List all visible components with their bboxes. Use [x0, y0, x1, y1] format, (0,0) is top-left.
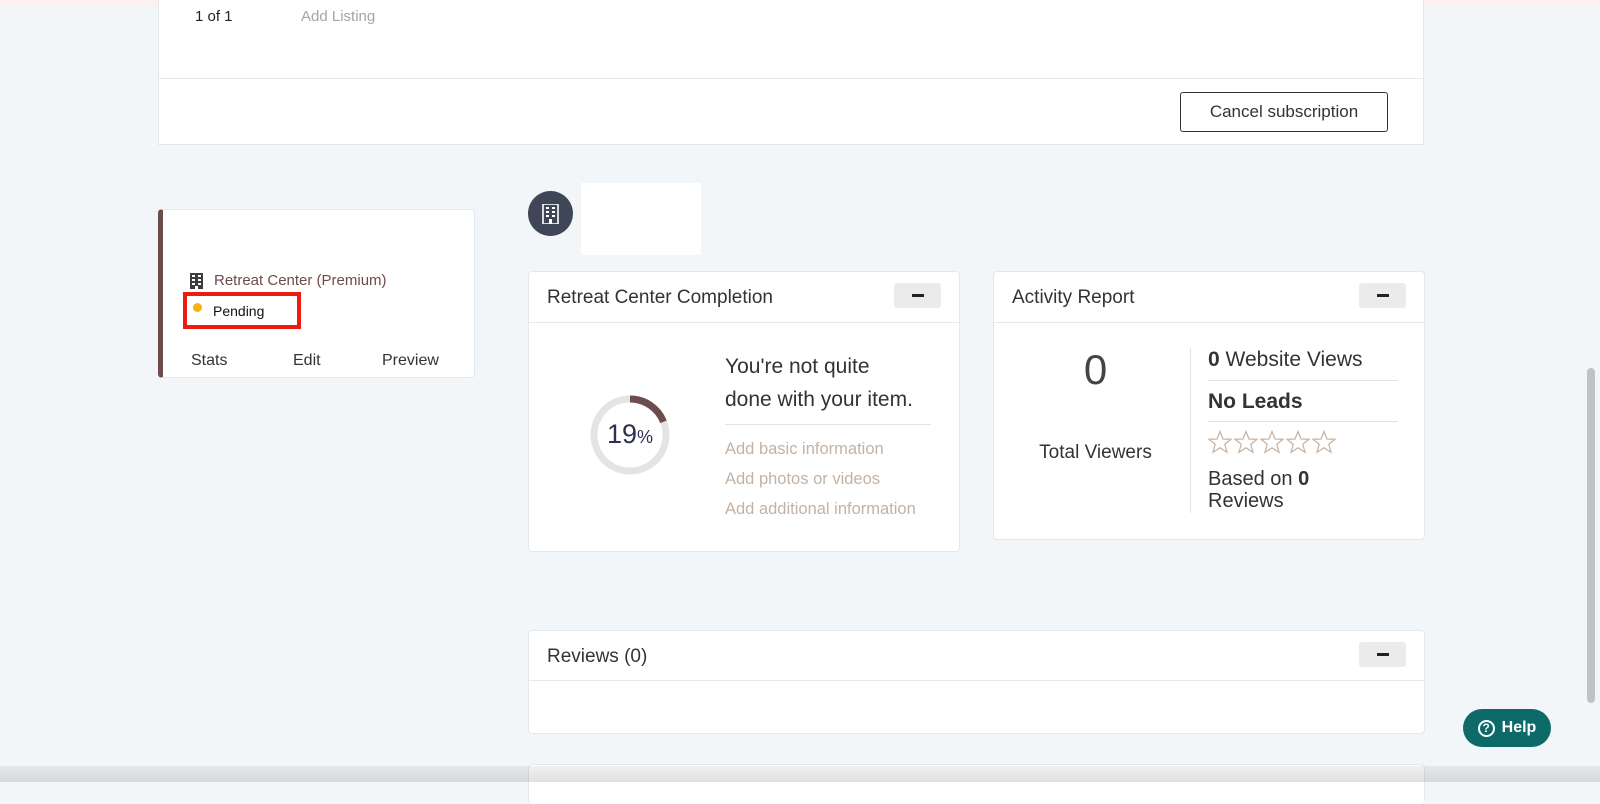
- activity-collapse-button[interactable]: [1359, 283, 1406, 308]
- star-outline-icon: [1312, 430, 1336, 454]
- subscription-summary: 1 of 1 Add Listing: [159, 0, 1423, 79]
- star-outline-icon: [1208, 430, 1232, 454]
- rating-stars: [1208, 430, 1336, 454]
- listing-type[interactable]: Retreat Center (Premium): [189, 272, 387, 289]
- completion-panel: Retreat Center Completion 19% You're not…: [528, 271, 960, 552]
- completion-percent-sign: %: [637, 427, 654, 447]
- completion-message-line1: You're not quite: [725, 355, 870, 378]
- stats-link[interactable]: Stats: [191, 352, 227, 370]
- total-viewers-label: Total Viewers: [1039, 442, 1152, 463]
- completion-message: You're not quite done with your item.: [725, 350, 937, 416]
- leads-label: No Leads: [1208, 390, 1303, 413]
- completion-panel-header: Retreat Center Completion: [529, 272, 959, 323]
- activity-title: Activity Report: [1012, 287, 1135, 308]
- completion-message-line2: done with your item.: [725, 388, 913, 411]
- add-photos-videos-link[interactable]: Add photos or videos: [725, 470, 880, 489]
- listing-avatar: [528, 191, 573, 236]
- completion-divider: [725, 424, 931, 425]
- cancel-subscription-button[interactable]: Cancel subscription: [1180, 92, 1388, 132]
- star-outline-icon: [1234, 430, 1258, 454]
- help-label: Help: [1501, 719, 1537, 736]
- scrollbar-thumb[interactable]: [1587, 368, 1595, 703]
- activity-panel-header: Activity Report: [994, 272, 1424, 323]
- minus-icon: [1376, 294, 1389, 297]
- star-outline-icon: [1286, 430, 1310, 454]
- help-button[interactable]: ? Help: [1463, 709, 1551, 747]
- completion-collapse-button[interactable]: [894, 283, 941, 308]
- building-icon: [542, 203, 559, 224]
- based-on-prefix: Based on: [1208, 468, 1293, 490]
- based-on-reviews: Based on 0 Reviews: [1208, 468, 1309, 512]
- preview-link[interactable]: Preview: [382, 352, 439, 370]
- completion-percent: 19%: [589, 419, 671, 450]
- stat-divider: [1208, 421, 1398, 422]
- status-badge: Pending: [183, 292, 301, 329]
- status-label: Pending: [213, 302, 265, 319]
- reviews-title: Reviews (0): [547, 646, 648, 667]
- activity-divider: [1190, 348, 1191, 513]
- pager-text: 1 of 1: [195, 8, 233, 25]
- bottom-shadow: [0, 766, 1600, 782]
- minus-icon: [1376, 653, 1389, 656]
- add-additional-information-link[interactable]: Add additional information: [725, 500, 916, 519]
- listing-type-label: Retreat Center (Premium): [214, 272, 387, 289]
- star-outline-icon: [1260, 430, 1284, 454]
- question-circle-icon: ?: [1477, 719, 1495, 737]
- reviews-count: 0: [1298, 468, 1310, 490]
- reviews-panel: Reviews (0): [528, 630, 1425, 734]
- completion-percent-number: 19: [606, 419, 638, 449]
- logo-placeholder: [581, 183, 701, 255]
- listing-card: Retreat Center (Premium) Pending Stats E…: [158, 209, 475, 378]
- edit-link[interactable]: Edit: [293, 352, 321, 370]
- stat-divider: [1208, 380, 1398, 381]
- status-dot-icon: [193, 303, 202, 312]
- total-viewers-count: 0: [1083, 346, 1108, 393]
- minus-icon: [911, 294, 924, 297]
- building-icon: [190, 272, 203, 289]
- completion-title: Retreat Center Completion: [547, 287, 773, 308]
- reviews-panel-header: Reviews (0): [529, 631, 1424, 681]
- activity-report-panel: Activity Report 0 Total Viewers 0 Websit…: [993, 271, 1425, 540]
- website-views: 0 Website Views: [1208, 348, 1362, 372]
- add-basic-information-link[interactable]: Add basic information: [725, 440, 884, 459]
- add-listing-link[interactable]: Add Listing: [301, 8, 375, 25]
- website-views-count: 0: [1208, 348, 1220, 371]
- reviews-collapse-button[interactable]: [1359, 642, 1406, 667]
- reviews-label: Reviews: [1208, 490, 1284, 512]
- website-views-label: Website Views: [1225, 348, 1363, 371]
